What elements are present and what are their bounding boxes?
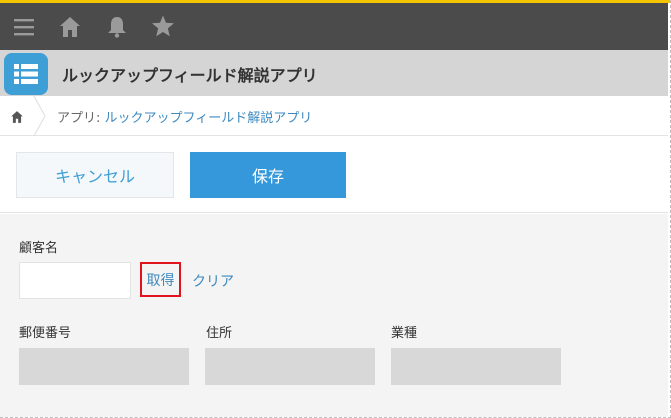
global-header (0, 3, 668, 50)
breadcrumb-home-icon[interactable] (10, 109, 24, 128)
bell-icon[interactable] (105, 15, 129, 39)
customer-name-label: 顧客名 (19, 241, 59, 256)
breadcrumb-text: アプリ: ルックアップフィールド解説アプリ (57, 107, 312, 126)
industry-label: 業種 (391, 326, 418, 341)
address-label: 住所 (206, 326, 233, 341)
list-icon[interactable] (4, 53, 48, 95)
industry-field (391, 348, 561, 385)
app-title: ルックアップフィールド解説アプリ (62, 66, 318, 85)
postal-code-label: 郵便番号 (19, 326, 72, 341)
record-toolbar: キャンセル 保存 (0, 137, 668, 213)
breadcrumb-separator-icon (33, 95, 47, 140)
app-header: ルックアップフィールド解説アプリ (0, 50, 668, 96)
home-icon[interactable] (58, 15, 82, 39)
app-window: ルックアップフィールド解説アプリ アプリ: ルックアップフィールド解説アプリ キ… (0, 0, 671, 418)
breadcrumb-prefix: アプリ: (57, 111, 105, 126)
breadcrumb-app-link[interactable]: ルックアップフィールド解説アプリ (105, 111, 313, 126)
star-icon[interactable] (151, 14, 175, 38)
record-form: 顧客名 取得 クリア 郵便番号 住所 業種 (0, 214, 668, 417)
lookup-get-button[interactable]: 取得 (140, 262, 181, 297)
postal-code-field (19, 348, 189, 385)
breadcrumb: アプリ: ルックアップフィールド解説アプリ (0, 95, 668, 137)
address-field (205, 348, 375, 385)
save-button[interactable]: 保存 (190, 152, 346, 198)
menu-icon[interactable] (12, 15, 36, 39)
cancel-button[interactable]: キャンセル (16, 152, 174, 198)
customer-name-input[interactable] (19, 262, 131, 299)
lookup-clear-link[interactable]: クリア (192, 271, 234, 291)
